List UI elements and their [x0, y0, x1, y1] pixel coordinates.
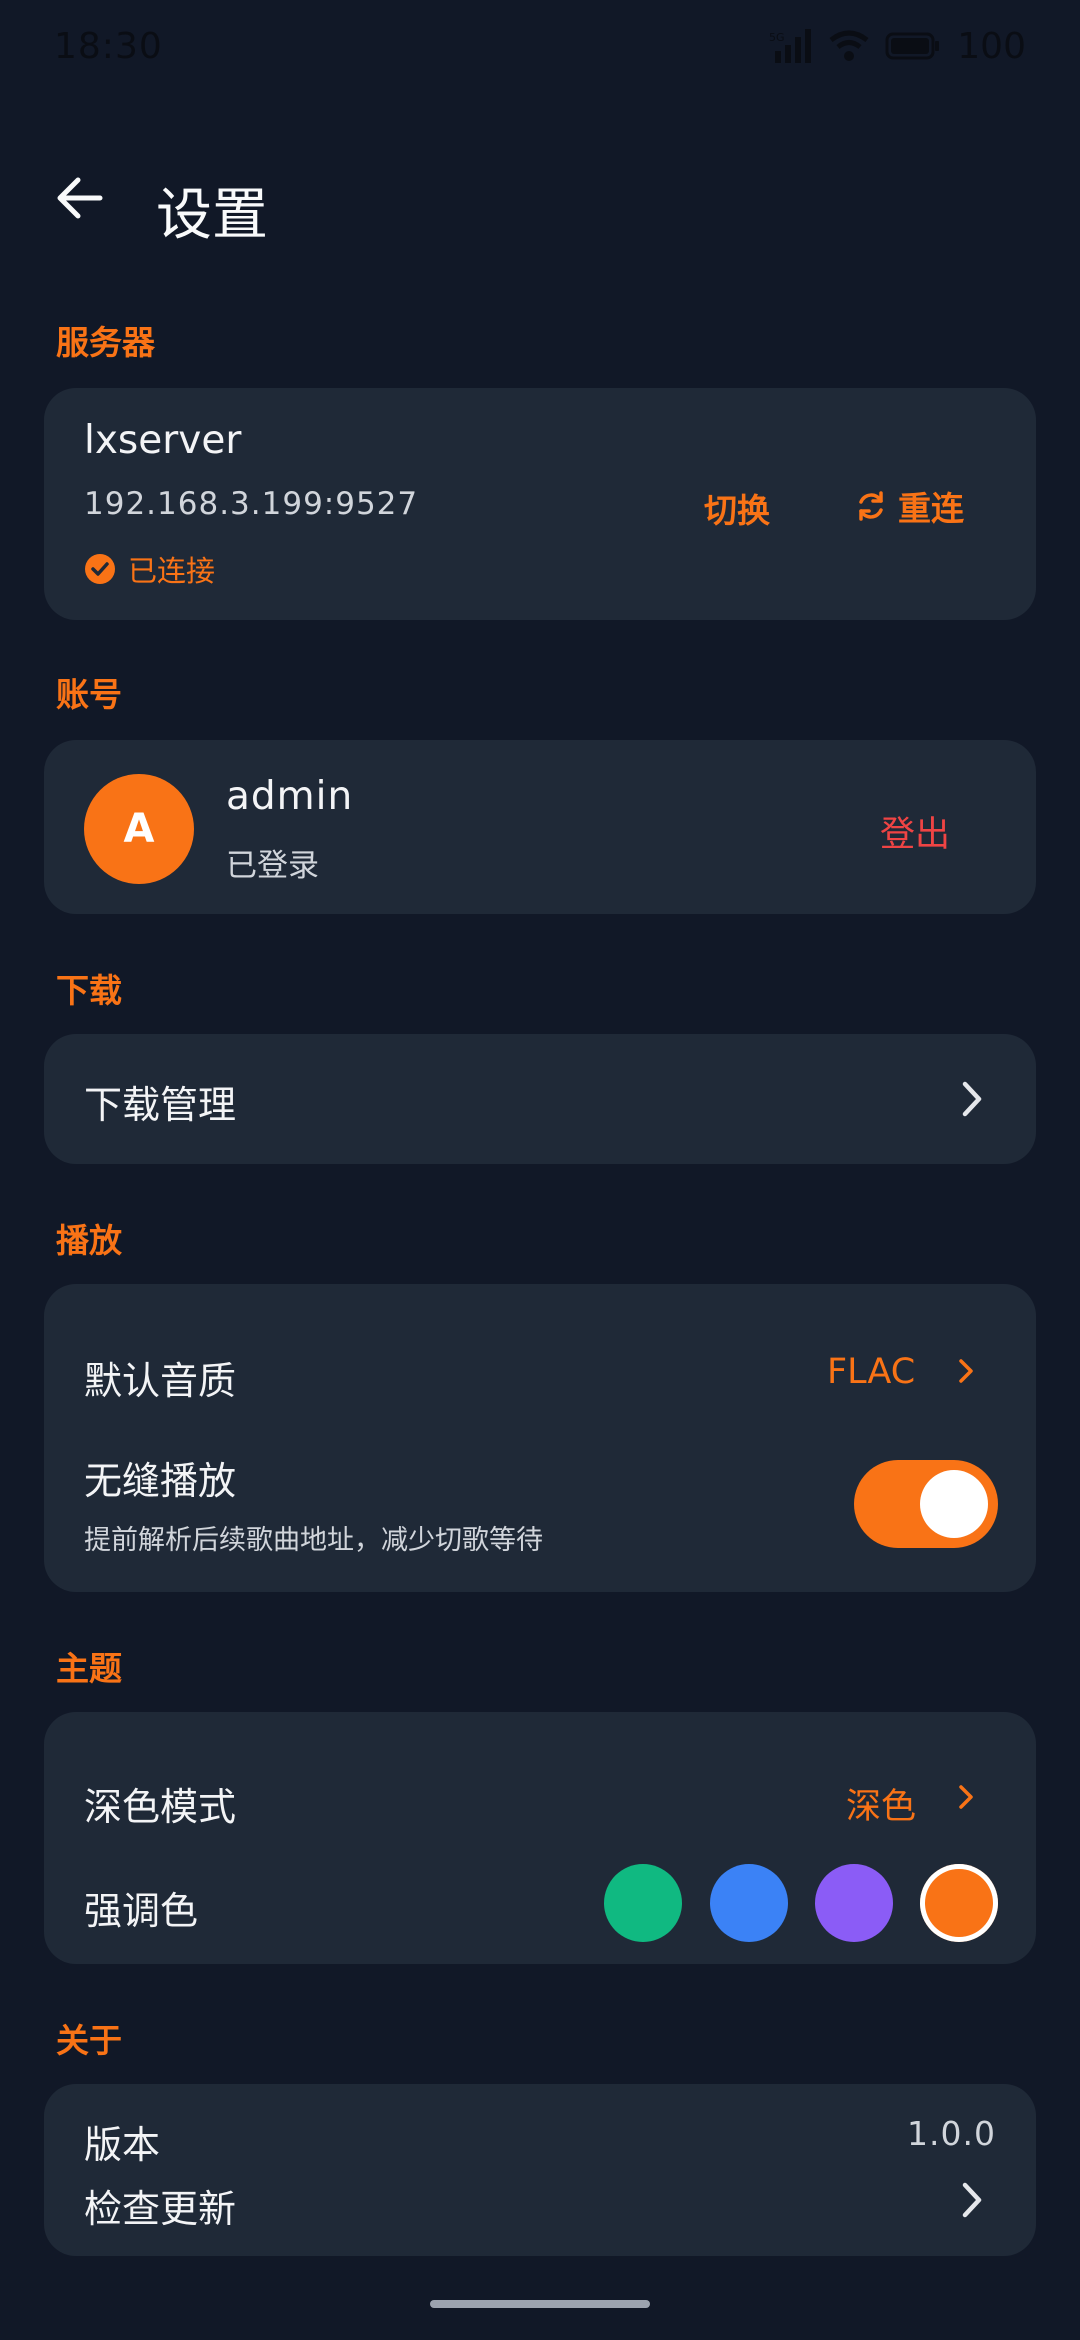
server-name: lxserver — [84, 418, 242, 463]
wifi-icon — [829, 30, 869, 61]
section-title-account: 账号 — [56, 675, 122, 714]
logout-button[interactable]: 登出 — [880, 806, 950, 857]
download-manage-label: 下载管理 — [84, 1083, 237, 1127]
back-button[interactable] — [52, 170, 108, 226]
account-status: 已登录 — [226, 848, 319, 884]
app-header: 设置 — [0, 140, 1080, 260]
dark-mode-row[interactable]: 深色模式 深色 — [44, 1712, 1036, 1842]
toggle-knob — [920, 1470, 988, 1538]
section-title-about: 关于 — [56, 2021, 122, 2060]
svg-text:5G: 5G — [769, 31, 785, 44]
account-card: A admin 已登录 登出 — [44, 740, 1036, 914]
avatar: A — [84, 774, 194, 884]
page-title: 设置 — [156, 183, 268, 248]
check-update-row[interactable]: 检查更新 — [44, 2170, 1036, 2256]
default-quality-label: 默认音质 — [84, 1359, 237, 1403]
default-quality-value: FLAC — [827, 1352, 916, 1392]
chevron-right-icon — [954, 1780, 978, 1814]
playback-card: 默认音质 FLAC 无缝播放 提前解析后续歌曲地址，减少切歌等待 — [44, 1284, 1036, 1592]
chevron-right-icon — [954, 1354, 978, 1388]
server-card: lxserver 192.168.3.199:9527 已连接 切换 重连 — [44, 388, 1036, 620]
accent-swatch-orange-selected[interactable] — [920, 1864, 998, 1942]
arrow-left-icon — [57, 177, 103, 219]
default-quality-row[interactable]: 默认音质 FLAC — [44, 1284, 1036, 1434]
home-indicator — [430, 2300, 650, 2308]
chevron-right-icon — [952, 2180, 992, 2220]
reconnect-label: 重连 — [898, 489, 964, 528]
status-bar: 18:30 5G 100 — [0, 0, 1080, 92]
download-card[interactable]: 下载管理 — [44, 1034, 1036, 1164]
theme-card: 深色模式 深色 强调色 — [44, 1712, 1036, 1964]
dark-mode-value: 深色 — [846, 1787, 917, 1827]
check-circle-icon — [85, 554, 115, 584]
battery-icon — [885, 32, 940, 60]
section-title-theme: 主题 — [56, 1649, 122, 1688]
account-username: admin — [226, 774, 354, 819]
status-icons: 5G 100 — [769, 26, 1026, 67]
switch-server-button[interactable]: 切换 — [704, 484, 770, 532]
reconnect-button[interactable]: 重连 — [854, 482, 964, 530]
version-value: 1.0.0 — [907, 2114, 996, 2153]
gapless-playback-toggle[interactable] — [854, 1460, 998, 1548]
connection-status-text: 已连接 — [128, 554, 216, 588]
accent-swatch-green[interactable] — [604, 1864, 682, 1942]
gapless-playback-description: 提前解析后续歌曲地址，减少切歌等待 — [84, 1525, 543, 1556]
battery-level: 100 — [957, 25, 1026, 67]
check-update-label: 检查更新 — [84, 2187, 237, 2231]
accent-swatch-purple[interactable] — [815, 1864, 893, 1942]
chevron-right-icon — [952, 1079, 992, 1119]
signal-icon: 5G — [769, 29, 812, 63]
server-address: 192.168.3.199:9527 — [84, 486, 419, 522]
gapless-playback-label: 无缝播放 — [84, 1459, 237, 1503]
connection-status: 已连接 — [84, 548, 215, 590]
accent-color-label: 强调色 — [84, 1889, 199, 1933]
section-title-download: 下载 — [56, 971, 122, 1010]
dark-mode-label: 深色模式 — [84, 1785, 237, 1829]
about-card: 版本 1.0.0 检查更新 — [44, 2084, 1036, 2256]
refresh-icon — [859, 491, 883, 521]
accent-swatch-blue[interactable] — [710, 1864, 788, 1942]
section-title-playback: 播放 — [56, 1221, 122, 1260]
version-label: 版本 — [84, 2123, 161, 2167]
status-time: 18:30 — [54, 25, 163, 67]
section-title-server: 服务器 — [56, 323, 155, 362]
